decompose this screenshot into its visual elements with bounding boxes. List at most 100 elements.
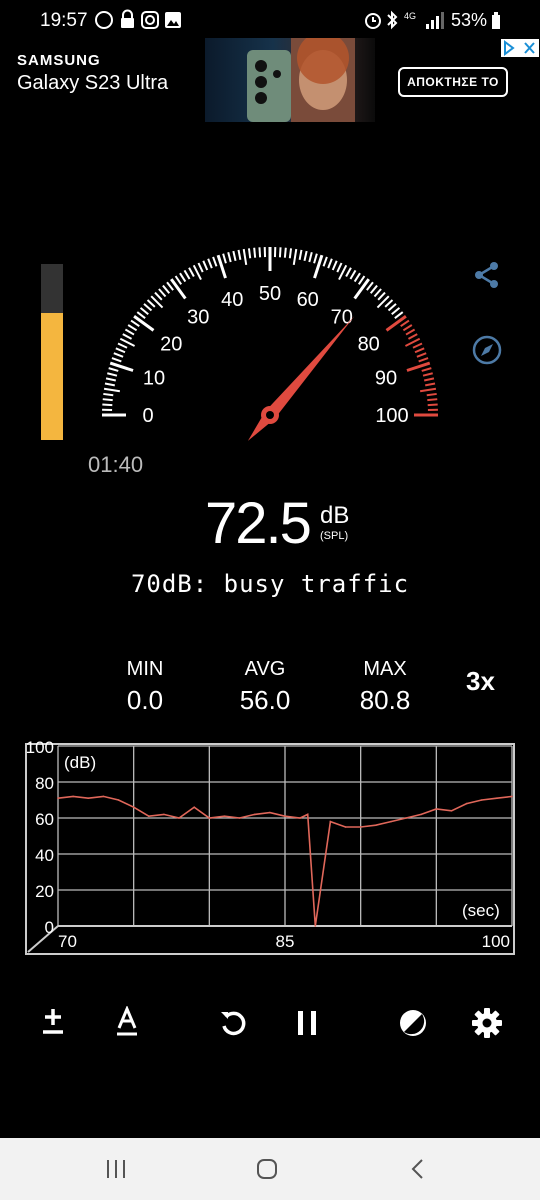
weighting-button[interactable] (104, 1000, 150, 1046)
compass-icon[interactable] (471, 334, 503, 366)
y-tick-label: 0 (45, 918, 54, 937)
gauge-tick (288, 248, 293, 259)
reset-button[interactable] (210, 1000, 256, 1046)
gauge-tick (179, 272, 187, 283)
gauge-tick (222, 253, 227, 264)
ad-image[interactable] (205, 32, 375, 122)
current-reading: 72.5 (205, 491, 312, 556)
gauge-tick (232, 250, 237, 262)
gauge-label: 80 (358, 333, 380, 355)
gauge-tick (387, 303, 397, 312)
chart-grid (25, 743, 515, 955)
system-icons: 4G (365, 10, 444, 30)
reading-unit: dB (320, 502, 350, 529)
gauge-tick (353, 272, 361, 283)
contrast-icon (400, 1010, 426, 1036)
gauge-tick (104, 382, 115, 387)
gauge-tick (303, 250, 308, 262)
back-icon[interactable] (408, 1157, 428, 1181)
series-point (405, 817, 407, 819)
gauge-tick (124, 328, 135, 336)
series-point (163, 813, 165, 816)
gauge-tick (158, 288, 167, 298)
ad-choices[interactable] (501, 39, 539, 57)
lock-icon (121, 9, 134, 28)
series-point (344, 826, 347, 828)
series-point (450, 810, 453, 812)
gauge-label: 30 (187, 306, 209, 328)
series-point (57, 797, 59, 799)
gauge-tick (426, 392, 437, 397)
gauge-tick (419, 387, 437, 393)
gauge-tick (102, 403, 113, 407)
gauge-tick (322, 256, 328, 267)
gauge-tick (103, 387, 121, 393)
home-icon[interactable] (255, 1157, 279, 1181)
phone-photo (247, 32, 355, 122)
status-bar: 19:57 4G 53% (0, 0, 540, 40)
series-point (284, 815, 286, 817)
gauge-tick (242, 248, 248, 266)
pause-icon (298, 1011, 316, 1035)
gauge-tick (212, 256, 218, 267)
series-point (375, 824, 377, 826)
gauge-tick (105, 377, 117, 382)
gallery-icon (165, 12, 181, 28)
gauge-tick (122, 333, 133, 340)
series-point (208, 817, 211, 819)
gauge-tick (103, 392, 114, 397)
gauge-tick (402, 324, 413, 332)
series-point (148, 815, 150, 817)
gauge-tick (427, 398, 438, 402)
ad-cta-button[interactable]: ΑΠΟΚΤΗΣΕ ΤΟ (398, 67, 508, 97)
share-icon[interactable] (472, 260, 502, 290)
gauge-label: 0 (142, 405, 153, 427)
series-point (306, 813, 309, 816)
history-chart: 0 20 40 60 80 100 70 85 100 (dB) (sec) (25, 740, 515, 955)
gauge-label: 70 (331, 306, 353, 328)
gauge-tick (357, 275, 366, 285)
series-point (390, 820, 392, 823)
gauge-tick (130, 319, 140, 328)
x-tick-label: 100 (482, 932, 510, 951)
gauge-tick (154, 291, 163, 301)
series-point (299, 817, 301, 819)
gauge-tick (298, 249, 303, 260)
settings-button[interactable] (464, 1000, 510, 1046)
gauge-tick (202, 260, 209, 271)
gauge-tick (162, 284, 171, 294)
gauge-tick (336, 262, 343, 273)
gauge-tick (227, 252, 232, 263)
stat-avg-value: 56.0 (239, 685, 291, 715)
series-point (87, 797, 90, 799)
gauge-tick (345, 267, 352, 278)
stat-min-value: 0.0 (126, 685, 164, 715)
needle-hub-center (266, 411, 274, 419)
recent-apps-icon[interactable] (104, 1158, 128, 1180)
calibrate-button[interactable] (30, 1000, 76, 1046)
gauge-tick (207, 258, 213, 269)
series-point (465, 802, 468, 805)
series-point (269, 811, 271, 814)
theme-button[interactable] (390, 1000, 436, 1046)
gauge-tick (107, 372, 118, 377)
gauge-tick (136, 311, 146, 319)
alarm-icon (365, 13, 381, 29)
gauge-tick (327, 258, 333, 269)
y-tick-label: 20 (35, 882, 54, 901)
notification-icons (95, 9, 181, 29)
chart-y-ticks: 0 20 40 60 80 100 (26, 740, 54, 937)
noise-reference: 70dB: busy traffic (130, 570, 410, 598)
pause-button[interactable] (284, 1000, 330, 1046)
ad-product: Galaxy S23 Ultra (17, 72, 169, 94)
gauge-label: 90 (375, 367, 397, 389)
battery-icon (492, 12, 500, 29)
gauge-tick (111, 357, 122, 363)
gauge-tick (146, 299, 156, 308)
gear-icon (472, 1008, 502, 1038)
gauge-label: 50 (259, 283, 281, 305)
zoom-button[interactable]: 3x (466, 666, 495, 697)
gauge-tick (247, 248, 252, 259)
gauge-tick (423, 377, 435, 382)
gauge-tick (425, 382, 436, 387)
